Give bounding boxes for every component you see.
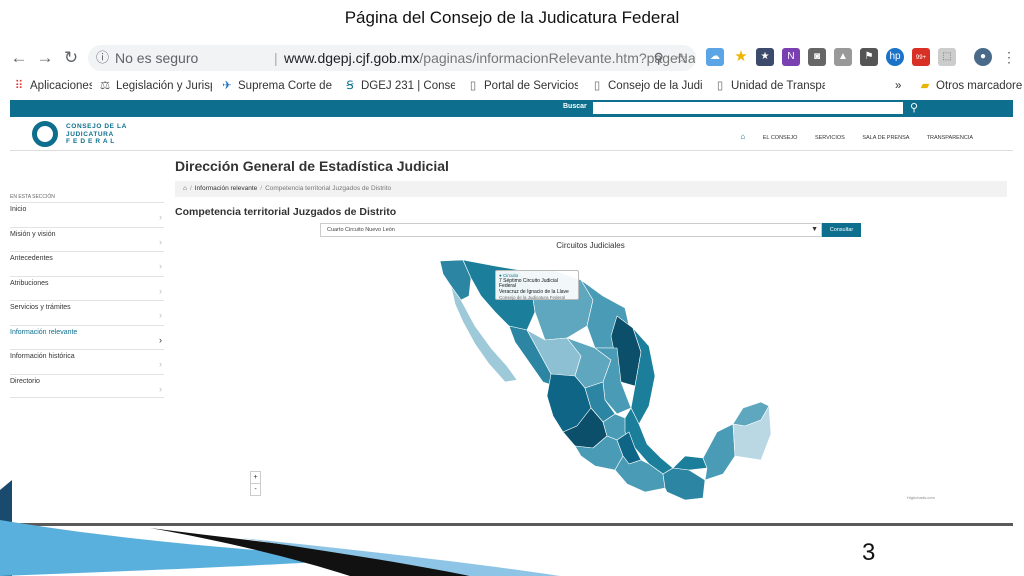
search-input[interactable] bbox=[593, 102, 903, 114]
forward-arrow-icon[interactable]: → bbox=[34, 47, 56, 69]
select-value: Cuarto Circuito Nuevo León bbox=[327, 227, 395, 233]
nav-transparencia[interactable]: TRANSPARENCIA bbox=[927, 135, 973, 141]
map-title: Circuitos Judiciales bbox=[556, 241, 625, 250]
search-icon[interactable]: ⚲ bbox=[910, 100, 918, 117]
slide-number: 3 bbox=[862, 539, 876, 566]
bookmark-portal[interactable]: ▯Portal de Servicios en bbox=[466, 77, 578, 95]
chevron-right-icon: › bbox=[159, 310, 162, 320]
eagle-icon: ✈ bbox=[222, 80, 232, 92]
address-separator: | bbox=[274, 50, 278, 66]
page-title: Dirección General de Estadística Judicia… bbox=[175, 158, 449, 174]
bookmark-apps[interactable]: ⠿ Aplicaciones bbox=[12, 77, 92, 95]
map-region-campeche bbox=[702, 423, 736, 481]
hp-icon[interactable]: hp bbox=[886, 48, 904, 66]
slide-title: Página del Consejo de la Judicatura Fede… bbox=[344, 8, 680, 27]
sidebar-item-inicio[interactable]: Inicio › bbox=[10, 202, 164, 227]
website: Buscar ⚲ CONSEJO DE LA JUDICATURA F E D … bbox=[10, 100, 1013, 526]
nav-el-consejo[interactable]: EL CONSEJO bbox=[763, 135, 798, 141]
star-icon[interactable]: ☆ bbox=[675, 50, 688, 66]
page-icon: ▯ bbox=[593, 80, 601, 92]
address-bar[interactable]: ⓘ No es seguro | www.dgepj.cjf.gob.mx/pa… bbox=[88, 45, 696, 71]
url-text[interactable]: www.dgepj.cjf.gob.mx/paginas/informacion… bbox=[284, 45, 696, 71]
nav-servicios[interactable]: SERVICIOS bbox=[815, 135, 845, 141]
sidebar-item-antecedentes[interactable]: Antecedentes › bbox=[10, 251, 164, 276]
apps-grid-icon: ⠿ bbox=[14, 80, 24, 92]
bookmark-suprema-corte[interactable]: ✈Suprema Corte de Ju bbox=[220, 77, 332, 95]
sidebar-item-mision[interactable]: Misión y visión › bbox=[10, 226, 164, 252]
sidebar-item-directorio[interactable]: Directorio › bbox=[10, 373, 164, 398]
section-sidebar: EN ESTA SECCIÓN Inicio › Misión y visión ›… bbox=[10, 192, 164, 398]
omnibox-actions: ⚲ ☆ bbox=[654, 45, 689, 71]
chevron-right-icon: › bbox=[159, 334, 162, 345]
chevron-right-icon: › bbox=[159, 285, 162, 296]
folder-icon: ▰ bbox=[920, 80, 930, 92]
site-header: CONSEJO DE LA JUDICATURA F E D E R A L ⌂… bbox=[10, 117, 1013, 151]
chevron-right-icon: › bbox=[159, 383, 162, 394]
back-arrow-icon[interactable]: ← bbox=[8, 47, 30, 69]
home-icon[interactable]: ⌂ bbox=[183, 185, 187, 192]
sidebar-item-informacion-historica[interactable]: Información histórica › bbox=[10, 349, 164, 374]
main-navigation: ⌂ EL CONSEJO SERVICIOS SALA DE PRENSA TR… bbox=[724, 132, 973, 141]
cloud-icon[interactable]: ☁ bbox=[706, 48, 724, 66]
sidebar-item-atribuciones[interactable]: Atribuciones › bbox=[10, 275, 164, 301]
caret-down-icon: ▼ bbox=[811, 226, 818, 233]
chevron-right-icon: › bbox=[159, 261, 162, 271]
bookmark-legislacion[interactable]: ⚖Legislación y Jurispru bbox=[98, 77, 212, 95]
address-row: ← → ↻ ⓘ No es seguro | www.dgepj.cjf.gob… bbox=[0, 43, 1024, 73]
gmail-badge-icon[interactable]: 99+ bbox=[912, 48, 930, 66]
menu-dots-icon[interactable]: ⋮ bbox=[1000, 48, 1018, 66]
notification-count: 99+ bbox=[915, 55, 927, 61]
search-label: Buscar bbox=[563, 103, 587, 110]
home-icon[interactable]: ⌂ bbox=[740, 132, 745, 141]
drive-icon[interactable]: ▲ bbox=[834, 48, 852, 66]
chevron-right-icon: › bbox=[159, 236, 162, 247]
section-title: Competencia territorial Juzgados de Dist… bbox=[175, 206, 397, 218]
cjf-logo-icon[interactable] bbox=[32, 121, 58, 147]
consultar-button[interactable]: Consultar bbox=[822, 223, 861, 237]
search-icon[interactable]: ⚲ bbox=[654, 50, 664, 66]
reload-icon[interactable]: ↻ bbox=[60, 47, 82, 69]
bookmark-extension-icon[interactable]: ★ bbox=[756, 48, 774, 66]
breadcrumb-item[interactable]: Información relevante bbox=[195, 185, 258, 192]
breadcrumb-current: Competencia territorial Juzgados de Dist… bbox=[265, 185, 392, 192]
bookmark-otros[interactable]: ▰ Otros marcadores bbox=[918, 77, 1022, 95]
camera-icon[interactable]: ◙ bbox=[808, 48, 826, 66]
bookmarks-overflow[interactable]: » bbox=[895, 77, 907, 95]
circuit-select[interactable]: Cuarto Circuito Nuevo León ▼ bbox=[320, 223, 822, 237]
browser-chrome: ← → ↻ ⓘ No es seguro | www.dgepj.cjf.gob… bbox=[0, 40, 1024, 97]
map-tooltip: ● Circuito 7 Séptimo Circuito Judicial F… bbox=[495, 270, 579, 300]
info-icon[interactable]: ⓘ bbox=[96, 45, 109, 71]
star-extension-icon[interactable]: ★ bbox=[732, 48, 750, 66]
pdf-icon[interactable]: ⬚ bbox=[938, 48, 956, 66]
circuits-map[interactable] bbox=[435, 256, 775, 504]
bookmark-dgej[interactable]: ꞨDGEJ 231 | Consejo d bbox=[343, 77, 455, 95]
avatar[interactable]: ● bbox=[974, 48, 992, 66]
bookmarks-bar: ⠿Aplicaciones ⚖Legislación y Jurispru ✈S… bbox=[0, 75, 1024, 97]
bookmark-consejo[interactable]: ▯Consejo de la Judicat bbox=[590, 77, 702, 95]
sidebar-item-informacion-relevante[interactable]: Información relevante › bbox=[10, 324, 164, 350]
search-bar: Buscar ⚲ bbox=[10, 100, 1013, 117]
logo-text[interactable]: CONSEJO DE LA JUDICATURA F E D E R A L bbox=[66, 123, 127, 146]
page-icon: ▯ bbox=[716, 80, 724, 92]
onenote-icon[interactable]: N bbox=[782, 48, 800, 66]
chevron-right-icon: › bbox=[159, 359, 162, 369]
url-domain: www.dgepj.cjf.gob.mx bbox=[284, 50, 420, 66]
gavel-icon: ⚖ bbox=[99, 80, 111, 92]
insecure-label: No es seguro bbox=[115, 50, 199, 66]
sidebar-caption: EN ESTA SECCIÓN bbox=[10, 194, 55, 200]
location-pin-icon[interactable]: ⚑ bbox=[860, 48, 878, 66]
breadcrumb: ⌂ / Información relevante / Competencia terr… bbox=[175, 181, 1007, 197]
bookmark-unidad[interactable]: ▯Unidad de Transpare bbox=[713, 77, 825, 95]
page-icon: ▯ bbox=[469, 80, 477, 92]
map-region-tabasco bbox=[672, 455, 708, 471]
sidebar-item-servicios[interactable]: Servicios y trámites › bbox=[10, 300, 164, 325]
cjf-logo-icon: Ꞩ bbox=[346, 80, 354, 92]
chevron-right-icon: › bbox=[159, 212, 162, 222]
nav-sala-de-prensa[interactable]: SALA DE PRENSA bbox=[862, 135, 909, 141]
